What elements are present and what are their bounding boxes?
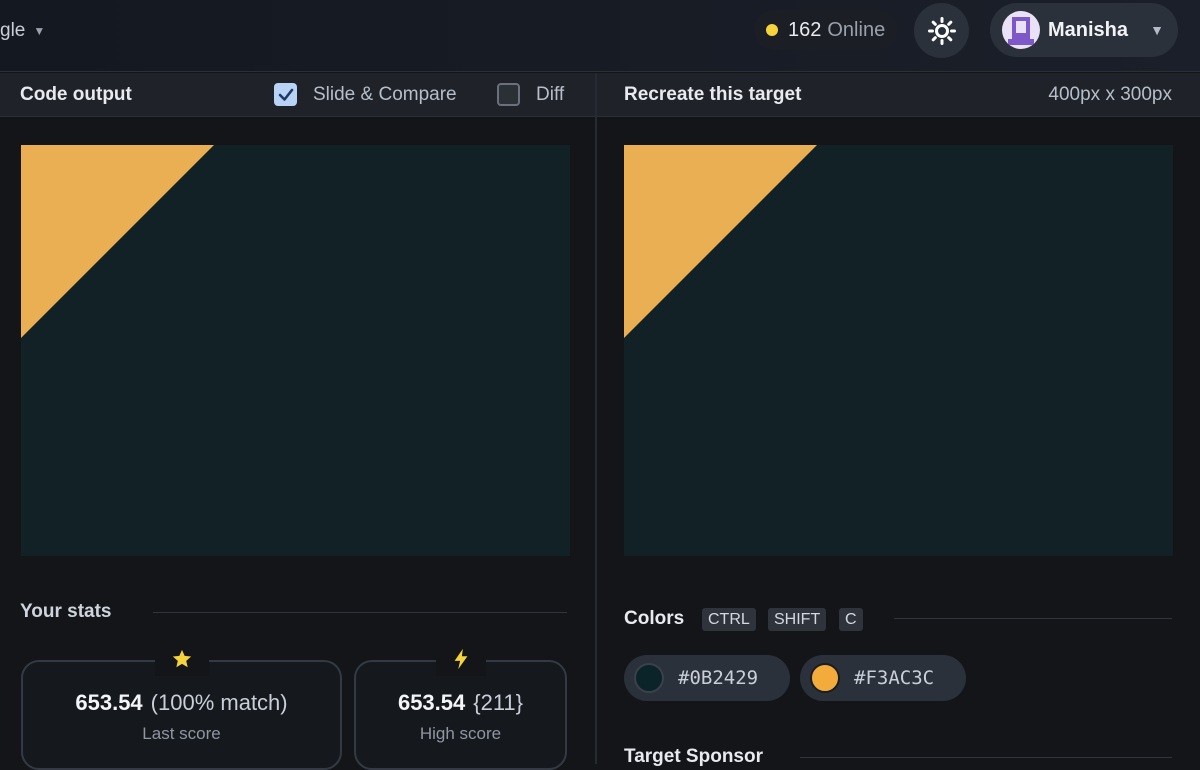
kbd-ctrl: CTRL — [702, 608, 756, 631]
star-icon — [154, 648, 209, 676]
output-triangle — [21, 145, 214, 338]
user-name: Manisha — [1048, 18, 1129, 41]
high-score-rank: {211} — [473, 690, 524, 715]
user-menu-button[interactable]: Manisha ▼ — [990, 3, 1178, 57]
chevron-down-icon: ▼ — [1150, 22, 1164, 38]
last-score-match: (100% match) — [150, 690, 288, 715]
high-score-card: 653.54 {211} High score — [354, 648, 567, 770]
target-canvas — [624, 145, 1173, 556]
target-triangle — [624, 145, 817, 338]
stats-title: Your stats — [20, 601, 112, 622]
target-title: Recreate this target — [624, 83, 802, 105]
theme-toggle-button[interactable] — [914, 3, 969, 58]
online-label: Online — [827, 18, 886, 41]
high-score-label: High score — [419, 724, 502, 743]
kbd-shift: SHIFT — [768, 608, 827, 631]
diff-checkbox[interactable] — [497, 83, 520, 106]
last-score-card: 653.54 (100% match) Last score — [21, 648, 342, 770]
breadcrumb-dropdown[interactable]: gle ▼ — [0, 18, 45, 44]
avatar — [1002, 11, 1040, 49]
swatch-orange-hex: #F3AC3C — [854, 667, 935, 689]
sponsor-divider — [800, 757, 1172, 758]
online-indicator: 162 Online — [754, 10, 898, 50]
diff-label: Diff — [536, 83, 565, 105]
swatch-orange-circle — [810, 663, 840, 693]
user-avatar-icon — [1008, 17, 1034, 45]
color-swatch-orange[interactable]: #F3AC3C — [800, 655, 966, 701]
online-dot-icon — [766, 24, 778, 36]
sponsor-title: Target Sponsor — [624, 746, 763, 767]
kbd-c: C — [839, 608, 863, 631]
swatch-dark-hex: #0B2429 — [678, 667, 759, 689]
chevron-down-icon: ▼ — [33, 24, 46, 38]
code-output-canvas[interactable] — [21, 145, 570, 556]
colors-title: Colors — [624, 608, 685, 629]
code-output-header: Code output Slide & Compare Diff — [0, 73, 595, 117]
stats-divider — [153, 612, 567, 613]
colors-divider — [894, 618, 1172, 619]
code-output-title: Code output — [20, 83, 132, 105]
last-score-label: Last score — [142, 724, 221, 743]
online-count: 162 — [788, 18, 822, 41]
diff-toggle[interactable]: Diff — [497, 83, 564, 106]
target-dimensions: 400px x 300px — [1048, 84, 1172, 105]
slide-compare-checkbox[interactable] — [274, 83, 297, 106]
breadcrumb-label: gle — [0, 20, 26, 41]
checkmark-icon — [278, 88, 293, 101]
sun-icon — [927, 16, 956, 45]
swatch-dark-circle — [634, 663, 664, 693]
lightning-icon — [435, 648, 486, 676]
color-swatch-dark[interactable]: #0B2429 — [624, 655, 790, 701]
target-header: Recreate this target 400px x 300px — [597, 73, 1200, 117]
last-score-value: 653.54 — [75, 690, 143, 715]
slide-compare-toggle[interactable]: Slide & Compare — [274, 83, 457, 106]
top-bar: gle ▼ 162 Online Manisha ▼ — [0, 0, 1200, 72]
panel-divider[interactable] — [595, 73, 597, 764]
high-score-value: 653.54 — [397, 690, 466, 715]
slide-compare-label: Slide & Compare — [313, 83, 457, 105]
